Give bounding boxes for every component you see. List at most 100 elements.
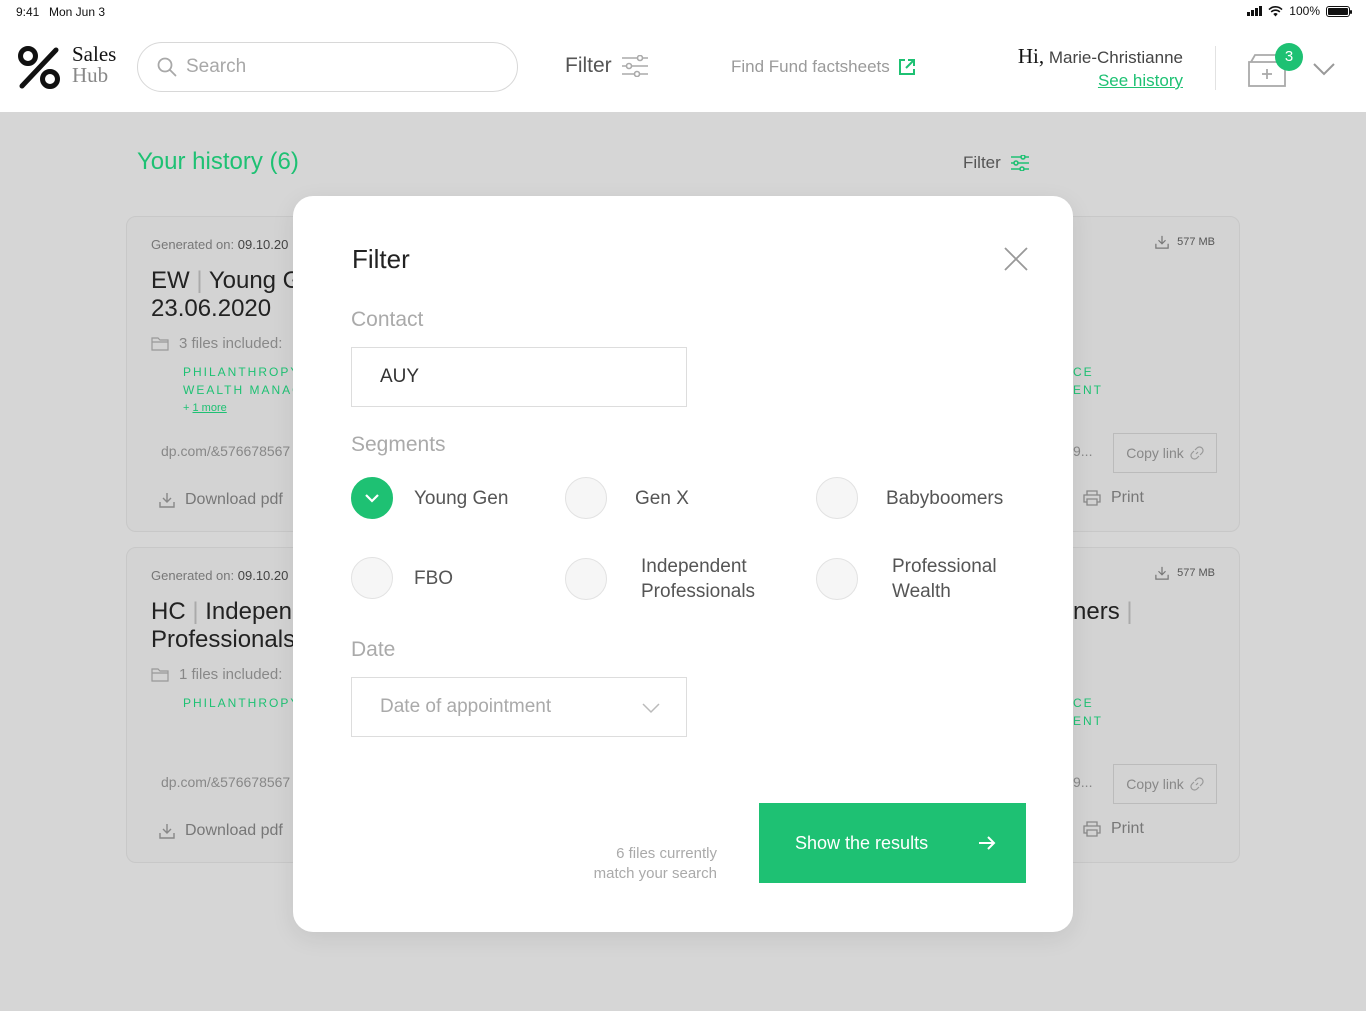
chevron-down-icon [642,703,660,714]
segment-young-gen[interactable]: Young Gen [351,477,508,519]
date-placeholder: Date of appointment [380,696,552,717]
header-filter-label: Filter [565,54,612,77]
cart-count-badge: 3 [1275,43,1303,71]
card-tags-right: CE ENT [1073,696,1103,728]
segment-professional-wealth[interactable]: Professional Wealth [816,554,997,604]
print-button[interactable]: Print [1083,820,1144,838]
card-title: EW | Young G 23.06.2020 [151,267,302,322]
generated-on: Generated on: 09.10.20 [151,568,289,583]
file-size: 577 MB [1155,235,1215,249]
segment-label: Young Gen [414,487,509,509]
status-bar: 9:41 Mon Jun 3 100% [0,0,1366,24]
checkbox-checked[interactable] [351,477,393,519]
search-bar[interactable] [137,42,518,92]
checkbox[interactable] [565,477,607,519]
card-title-right: ners | [1073,598,1133,625]
history-title: Your history (6) [137,148,299,175]
battery-percent: 100% [1289,4,1320,18]
battery-icon [1326,5,1352,17]
download-icon [1155,235,1169,249]
segment-label: FBO [414,567,454,589]
segment-label: Independent Professionals [641,556,756,602]
tag: WEALTH MANAG [183,383,304,397]
external-link-icon [898,59,915,75]
checkbox[interactable] [816,558,858,600]
folder-icon [151,667,169,682]
card-title: HC | Independ Professionals [151,598,306,653]
download-pdf-button[interactable]: Download pdf [159,822,283,840]
greeting-hi: Hi, [1017,44,1045,68]
logo-line2: Hub [72,63,109,87]
cellular-signal-icon [1247,6,1263,16]
files-included: 1 files included: [151,666,282,683]
fund-factsheets-link[interactable]: Find Fund factsheets [731,57,916,77]
print-button[interactable]: Print [1083,489,1144,507]
status-right: 100% [1247,4,1352,18]
contact-label: Contact [351,308,424,331]
file-size: 577 MB [1155,566,1215,580]
segment-fbo[interactable]: FBO [351,557,453,599]
tag: PHILANTHROPY [183,365,301,379]
close-icon[interactable] [1003,246,1029,272]
segment-gen-x[interactable]: Gen X [565,477,689,519]
app-header: Sales Hub Filter Find Fund factsheets Hi… [0,24,1366,112]
show-results-button[interactable]: Show the results [759,803,1026,883]
date-select[interactable]: Date of appointment [351,677,687,737]
card-tags: PHILANTHROPY [183,694,300,712]
download-icon [159,824,175,839]
share-link: dp.com/&576678567 [161,443,291,459]
header-filter-button[interactable]: Filter [565,54,648,78]
tag: PHILANTHROPY [183,696,301,710]
status-date: Mon Jun 3 [49,5,106,19]
factsheets-label: Find Fund factsheets [731,57,890,76]
segment-label: Professional Wealth [892,556,997,602]
card-tags-right: CE ENT [1073,365,1103,397]
match-count: 6 files currently match your search [593,845,717,882]
search-icon [157,57,177,77]
segment-babyboomers[interactable]: Babyboomers [816,477,1003,519]
folder-icon [151,336,169,351]
filter-modal: Filter Contact Segments Young Gen Gen X … [293,196,1073,932]
segment-label: Gen X [635,487,689,509]
copy-link-button[interactable]: Copy link [1113,764,1217,804]
header-divider [1215,46,1216,90]
check-icon [365,494,379,503]
card-tags: PHILANTHROPY WEALTH MANAG + 1 more [183,363,303,417]
checkbox[interactable] [816,477,858,519]
share-link: dp.com/&576678567 [161,774,291,790]
logo-text: Sales Hub [72,44,116,86]
link-icon [1190,777,1204,791]
show-results-label: Show the results [795,832,929,853]
segment-independent-professionals[interactable]: Independent Professionals [565,554,755,604]
share-link-right: 9... [1073,443,1093,459]
download-pdf-button[interactable]: Download pdf [159,491,283,509]
segments-label: Segments [351,433,446,456]
printer-icon [1083,821,1101,837]
download-icon [1155,566,1169,580]
files-included: 3 files included: [151,335,282,352]
logo-line1: Sales [72,42,117,66]
modal-title: Filter [352,244,410,274]
search-input[interactable] [186,56,486,78]
history-filter-label: Filter [963,153,1001,172]
sliders-icon [1010,155,1029,171]
sliders-icon [621,55,648,77]
chevron-down-icon[interactable] [1312,62,1336,76]
see-history-link[interactable]: See history [1018,71,1183,91]
checkbox[interactable] [565,558,607,600]
more-files-link[interactable]: + 1 more [183,399,303,417]
contact-input[interactable] [351,347,687,407]
link-icon [1190,446,1204,460]
user-greeting: Hi, Marie-Christianne See history [1018,44,1183,91]
date-label: Date [351,638,396,661]
user-name: Marie-Christianne [1048,48,1183,67]
history-filter-button[interactable]: Filter [963,153,1029,173]
arrow-right-icon [979,836,996,850]
checkbox[interactable] [351,557,393,599]
segment-label: Babyboomers [886,487,1004,509]
copy-link-button[interactable]: Copy link [1113,433,1217,473]
wifi-icon [1268,5,1283,16]
printer-icon [1083,490,1101,506]
share-link-right: 9... [1073,774,1093,790]
download-icon [159,493,175,508]
